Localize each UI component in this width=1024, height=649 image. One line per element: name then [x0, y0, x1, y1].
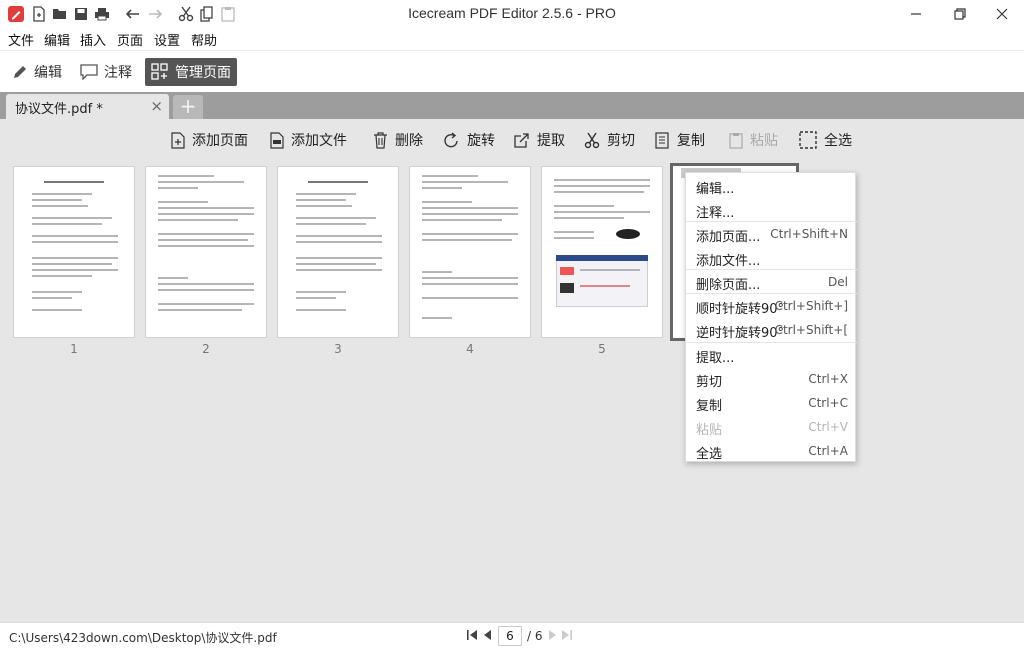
window-title: Icecream PDF Editor 2.5.6 - PRO	[408, 5, 616, 21]
cut-label: 剪切	[607, 133, 635, 149]
delete-button[interactable]: 删除	[373, 128, 423, 152]
add-page-icon	[171, 131, 185, 149]
previous-page-icon[interactable]	[482, 629, 492, 644]
page-thumbnail[interactable]	[409, 166, 531, 338]
copy-button[interactable]: 复制	[655, 128, 705, 152]
rotate-button[interactable]: 旋转	[443, 128, 495, 152]
extract-icon	[513, 132, 530, 149]
menu-settings[interactable]: 设置	[154, 30, 180, 49]
scissors-icon	[584, 132, 600, 149]
ctx-cut[interactable]: 剪切 Ctrl+X	[686, 367, 857, 391]
ctx-annotate[interactable]: 注释...	[686, 198, 857, 222]
pages-grid-icon	[151, 63, 169, 81]
mode-bar: 编辑 注释 管理页面	[0, 50, 1024, 92]
ctx-rotate-cw[interactable]: 顺时针旋转90° Ctrl+Shift+]	[686, 294, 857, 318]
add-file-label: 添加文件	[291, 133, 347, 149]
add-page-label: 添加页面	[192, 133, 248, 149]
copy-page-icon	[655, 131, 670, 149]
page-number-label: 4	[466, 342, 474, 356]
edit-mode-button[interactable]: 编辑	[6, 58, 68, 86]
ctx-select-all[interactable]: 全选 Ctrl+A	[686, 439, 857, 463]
document-tab-strip: 协议文件.pdf * × +	[0, 92, 1024, 119]
ctx-delete-page[interactable]: 删除页面... Del	[686, 270, 857, 294]
extract-button[interactable]: 提取	[513, 128, 565, 152]
ctx-rotate-ccw[interactable]: 逆时针旋转90° Ctrl+Shift+[	[686, 318, 857, 342]
select-all-icon	[799, 131, 817, 149]
close-tab-icon[interactable]: ×	[150, 97, 163, 115]
comment-icon	[80, 64, 98, 80]
page-number-input[interactable]: 6	[498, 626, 522, 646]
annotate-mode-button[interactable]: 注释	[74, 58, 138, 86]
trash-icon	[373, 131, 388, 149]
menu-help[interactable]: 帮助	[191, 30, 217, 49]
minimize-icon[interactable]	[904, 4, 928, 24]
page-thumbnail[interactable]	[277, 166, 399, 338]
new-tab-button[interactable]: +	[173, 95, 203, 119]
restore-icon[interactable]	[948, 4, 972, 24]
clipboard-icon	[729, 132, 743, 149]
menu-insert[interactable]: 插入	[80, 30, 106, 49]
ctx-add-page[interactable]: 添加页面... Ctrl+Shift+N	[686, 222, 857, 246]
cut-button[interactable]: 剪切	[584, 128, 635, 152]
file-path: C:\Users\423down.com\Desktop\协议文件.pdf	[9, 631, 277, 645]
ctx-edit[interactable]: 编辑...	[686, 174, 857, 198]
page-number-label: 2	[202, 342, 210, 356]
menu-file[interactable]: 文件	[8, 30, 34, 49]
menu-bar: 文件 编辑 插入 页面 设置 帮助	[0, 28, 1024, 50]
copy-label: 复制	[677, 133, 705, 149]
pdf-file-icon	[270, 131, 284, 149]
extract-label: 提取	[537, 133, 565, 149]
rotate-label: 旋转	[467, 133, 495, 149]
delete-label: 删除	[395, 133, 423, 149]
rotate-icon	[443, 131, 460, 149]
last-page-icon[interactable]	[561, 629, 573, 644]
page-thumbnail[interactable]	[541, 166, 663, 338]
page-thumbnail[interactable]	[145, 166, 267, 338]
select-all-button[interactable]: 全选	[799, 128, 852, 152]
close-window-icon[interactable]	[990, 4, 1014, 24]
document-tab[interactable]: 协议文件.pdf * ×	[6, 94, 169, 119]
edit-mode-label: 编辑	[34, 65, 62, 81]
total-pages: / 6	[527, 629, 543, 643]
document-tab-label: 协议文件.pdf *	[15, 102, 103, 117]
menu-page[interactable]: 页面	[117, 30, 143, 49]
paste-button[interactable]: 粘贴	[729, 128, 778, 152]
ctx-copy[interactable]: 复制 Ctrl+C	[686, 391, 857, 415]
add-file-button[interactable]: 添加文件	[270, 128, 347, 152]
menu-edit[interactable]: 编辑	[44, 30, 70, 49]
ctx-paste[interactable]: 粘贴 Ctrl+V	[686, 415, 857, 439]
ctx-add-file[interactable]: 添加文件...	[686, 246, 857, 270]
page-thumbnail[interactable]	[13, 166, 135, 338]
pencil-icon	[12, 64, 28, 80]
page-number-label: 3	[334, 342, 342, 356]
context-menu: 编辑... 注释... 添加页面... Ctrl+Shift+N 添加文件... …	[685, 172, 857, 463]
ctx-extract[interactable]: 提取...	[686, 343, 857, 367]
select-all-label: 全选	[824, 133, 852, 149]
add-page-button[interactable]: 添加页面	[171, 128, 248, 152]
page-number-label: 1	[70, 342, 78, 356]
title-bar: Icecream PDF Editor 2.5.6 - PRO	[0, 0, 1024, 28]
manage-pages-label: 管理页面	[175, 65, 231, 81]
paste-label: 粘贴	[750, 133, 778, 149]
annotate-mode-label: 注释	[104, 65, 132, 81]
manage-pages-mode-button[interactable]: 管理页面	[145, 58, 237, 86]
next-page-icon[interactable]	[548, 629, 558, 644]
first-page-icon[interactable]	[466, 629, 478, 644]
page-number-label: 5	[598, 342, 606, 356]
status-bar: C:\Users\423down.com\Desktop\协议文件.pdf 6 …	[0, 622, 1024, 649]
